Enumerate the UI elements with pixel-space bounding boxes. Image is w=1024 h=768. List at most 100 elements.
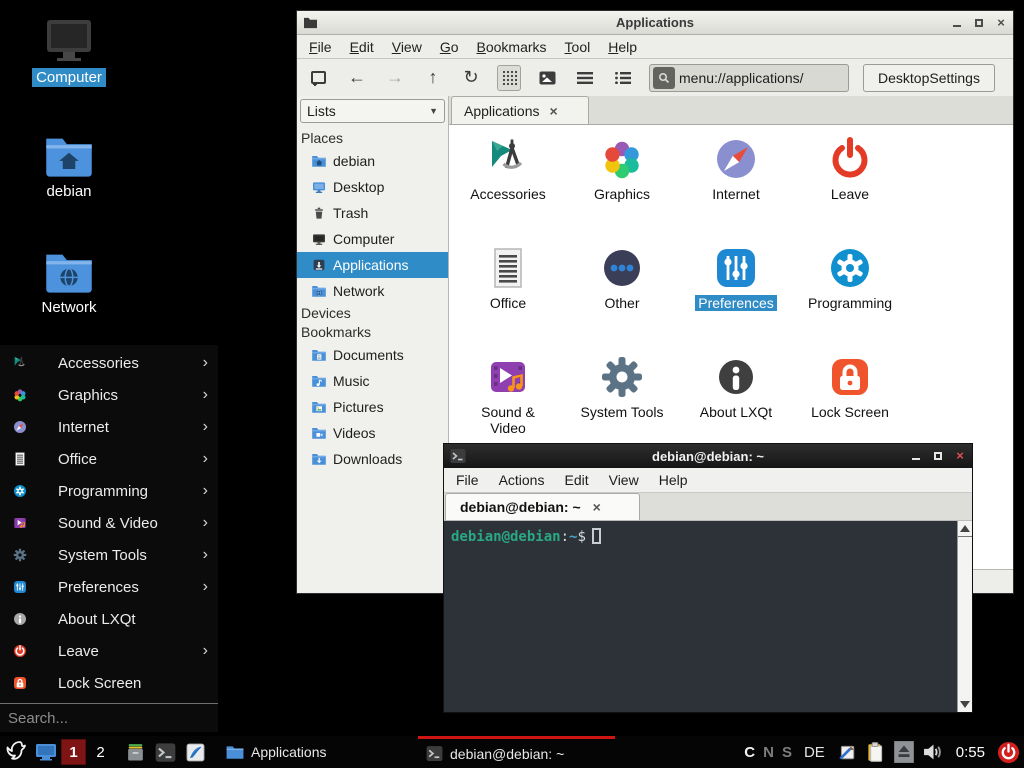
desktop-icon-debian[interactable]: debian — [14, 134, 124, 201]
fm-menu-tool[interactable]: Tool — [565, 39, 591, 55]
menu-item-programming[interactable]: Programming › — [0, 475, 218, 507]
term-menu-actions[interactable]: Actions — [499, 472, 545, 488]
show-desktop-button[interactable] — [32, 736, 60, 768]
close-button[interactable]: × — [995, 17, 1007, 29]
reload-button[interactable]: ↻ — [459, 65, 483, 91]
numlock-indicator[interactable]: N — [763, 744, 774, 761]
app-item-about-lxqt[interactable]: About LXQt — [679, 349, 793, 458]
shutdown-button[interactable] — [997, 736, 1020, 768]
menu-item-sound-video[interactable]: Sound & Video › — [0, 507, 218, 539]
other-icon — [598, 244, 646, 292]
back-button[interactable]: ← — [345, 65, 369, 91]
app-item-system-tools[interactable]: System Tools — [565, 349, 679, 458]
menu-item-preferences[interactable]: Preferences › — [0, 571, 218, 603]
fm-titlebar[interactable]: Applications × — [297, 11, 1013, 35]
app-item-graphics[interactable]: Graphics — [565, 131, 679, 240]
sidebar-item-computer[interactable]: Computer — [297, 226, 448, 252]
desktop-icon-computer[interactable]: Computer — [14, 18, 124, 87]
quicklaunch-featherpad[interactable] — [180, 736, 210, 768]
app-item-leave[interactable]: Leave — [793, 131, 907, 240]
tray-clipboard-icon[interactable] — [865, 736, 885, 768]
app-item-lock-screen[interactable]: Lock Screen — [793, 349, 907, 458]
up-button[interactable]: ↑ — [421, 65, 445, 91]
term-menu-help[interactable]: Help — [659, 472, 688, 488]
menu-search-input[interactable] — [8, 710, 210, 727]
terminal-screen[interactable]: debian@debian:~$ — [444, 521, 972, 712]
term-menu-edit[interactable]: Edit — [564, 472, 588, 488]
app-item-internet[interactable]: Internet — [679, 131, 793, 240]
icon-view-button[interactable] — [497, 65, 521, 91]
terminal-scrollbar[interactable] — [957, 521, 972, 712]
quicklaunch-file-manager[interactable] — [120, 736, 150, 768]
menu-item-graphics[interactable]: Graphics › — [0, 379, 218, 411]
forward-button[interactable]: → — [383, 65, 407, 91]
clock[interactable]: 0:55 — [956, 744, 985, 761]
office-icon — [484, 244, 532, 292]
desktop-icon-network[interactable]: Network — [14, 250, 124, 317]
app-item-preferences[interactable]: Preferences — [679, 240, 793, 349]
menu-item-accessories[interactable]: Accessories › — [0, 347, 218, 379]
workspace-1-button[interactable]: 1 — [61, 739, 86, 765]
minimize-button[interactable] — [951, 17, 963, 29]
menu-item-internet[interactable]: Internet › — [0, 411, 218, 443]
sidebar-item-trash[interactable]: Trash — [297, 200, 448, 226]
capslock-indicator[interactable]: C — [744, 744, 755, 761]
tray-screenshot-icon[interactable] — [837, 736, 857, 768]
menu-item-leave[interactable]: Leave › — [0, 635, 218, 667]
scroll-up-icon[interactable] — [960, 525, 970, 532]
sidebar-mode-selector[interactable]: Lists ▼ — [300, 99, 445, 123]
task-button-terminal[interactable]: debian@debian: ~ — [418, 736, 615, 768]
app-item-accessories[interactable]: Accessories — [451, 131, 565, 240]
terminal-tab[interactable]: debian@debian: ~ × — [445, 493, 640, 520]
menu-item-system-tools[interactable]: System Tools › — [0, 539, 218, 571]
tab-close-icon[interactable]: × — [550, 104, 558, 118]
app-item-office[interactable]: Office — [451, 240, 565, 349]
fm-tab-applications[interactable]: Applications × — [451, 96, 589, 124]
close-button[interactable]: × — [954, 450, 966, 462]
sidebar-item-network[interactable]: Network — [297, 278, 448, 304]
task-button-applications[interactable]: Applications — [218, 736, 418, 768]
menu-item-office[interactable]: Office › — [0, 443, 218, 475]
fm-menu-file[interactable]: File — [309, 39, 332, 55]
sidebar-item-videos[interactable]: Videos — [297, 420, 448, 446]
maximize-button[interactable] — [932, 450, 944, 462]
address-bar[interactable]: menu://applications/ — [649, 64, 849, 92]
minimize-button[interactable] — [910, 450, 922, 462]
detailed-list-button[interactable] — [611, 65, 635, 91]
fm-menu-view[interactable]: View — [392, 39, 422, 55]
sidebar-item-applications[interactable]: Applications — [297, 252, 448, 278]
desktop-settings-button[interactable]: DesktopSettings — [863, 64, 995, 92]
app-item-sound-video[interactable]: Sound & Video — [451, 349, 565, 458]
thumbnail-view-button[interactable] — [535, 65, 559, 91]
scroll-down-icon[interactable] — [960, 701, 970, 708]
fm-menu-go[interactable]: Go — [440, 39, 459, 55]
terminal-titlebar[interactable]: debian@debian: ~ × — [444, 444, 972, 468]
sidebar-item-desktop[interactable]: Desktop — [297, 174, 448, 200]
sidebar-item-music[interactable]: Music — [297, 368, 448, 394]
sidebar-item-documents[interactable]: Documents — [297, 342, 448, 368]
start-menu-button[interactable] — [0, 736, 32, 768]
tab-close-icon[interactable]: × — [593, 500, 601, 514]
fm-menu-bookmarks[interactable]: Bookmarks — [477, 39, 547, 55]
fm-menu-help[interactable]: Help — [608, 39, 637, 55]
scrolllock-indicator[interactable]: S — [782, 744, 792, 761]
menu-item-lock-screen[interactable]: Lock Screen › — [0, 667, 218, 699]
fm-menu-edit[interactable]: Edit — [350, 39, 374, 55]
menu-item-about-lxqt[interactable]: About LXQt › — [0, 603, 218, 635]
app-item-other[interactable]: Other — [565, 240, 679, 349]
term-menu-view[interactable]: View — [609, 472, 639, 488]
quicklaunch-terminal[interactable] — [150, 736, 180, 768]
maximize-button[interactable] — [973, 17, 985, 29]
term-menu-file[interactable]: File — [456, 472, 479, 488]
volume-icon[interactable] — [923, 736, 944, 768]
sidebar-item-downloads[interactable]: Downloads — [297, 446, 448, 472]
keyboard-layout-indicator[interactable]: DE — [804, 744, 825, 761]
network-folder-icon — [43, 250, 95, 294]
compact-view-button[interactable] — [573, 65, 597, 91]
tray-eject-icon[interactable] — [893, 736, 915, 768]
workspace-2-button[interactable]: 2 — [88, 739, 113, 765]
sidebar-item-pictures[interactable]: Pictures — [297, 394, 448, 420]
new-tab-button[interactable] — [307, 65, 331, 91]
app-item-programming[interactable]: Programming — [793, 240, 907, 349]
sidebar-item-debian[interactable]: debian — [297, 148, 448, 174]
